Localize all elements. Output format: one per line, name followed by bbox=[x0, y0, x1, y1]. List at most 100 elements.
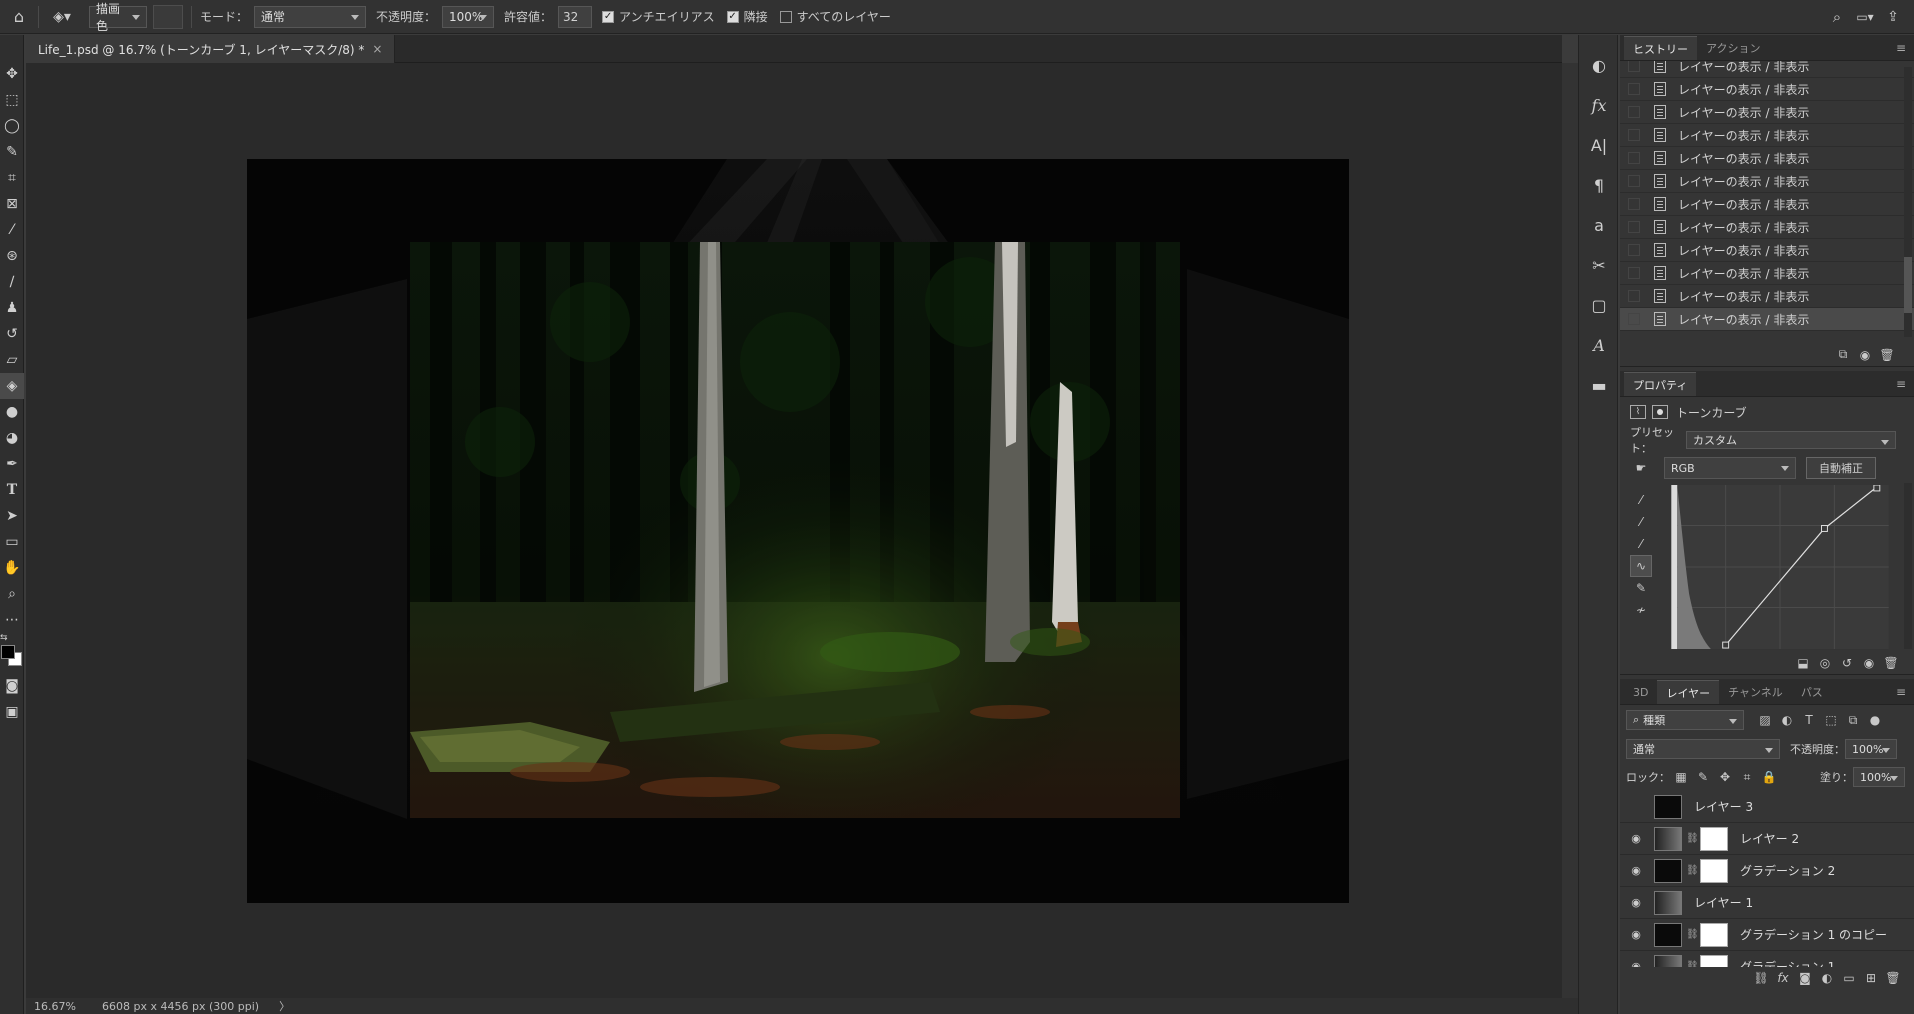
filter-pixel-icon[interactable]: ▨ bbox=[1754, 709, 1776, 731]
link-icon[interactable]: ⛓ bbox=[1686, 833, 1699, 844]
layer-row[interactable]: レイヤー 3 bbox=[1620, 791, 1914, 823]
antialias-checkbox[interactable]: ✓ bbox=[602, 10, 615, 23]
layer-mask-thumbnail[interactable] bbox=[1700, 826, 1728, 851]
history-item[interactable]: レイヤーの表示 / 非表示 bbox=[1620, 147, 1914, 170]
workspace-icon[interactable]: ▭▾ bbox=[1850, 10, 1880, 24]
eye-icon[interactable]: ◉ bbox=[1626, 960, 1646, 967]
marquee-tool-icon[interactable]: ⬚ bbox=[0, 87, 24, 113]
blur-tool-icon[interactable]: ● bbox=[0, 399, 24, 425]
history-brush-source[interactable] bbox=[1628, 152, 1640, 164]
history-item[interactable]: レイヤーの表示 / 非表示 bbox=[1620, 170, 1914, 193]
foreground-color[interactable] bbox=[1, 645, 15, 659]
gray-point-eyedropper-icon[interactable]: ⁄ bbox=[1630, 511, 1652, 533]
eye-icon[interactable]: ◉ bbox=[1626, 864, 1646, 877]
layer-opacity-field[interactable]: 100% bbox=[1845, 739, 1897, 759]
history-item[interactable]: レイヤーの表示 / 非表示 bbox=[1620, 101, 1914, 124]
white-point-eyedropper-icon[interactable]: ⁄ bbox=[1630, 533, 1652, 555]
preset-dropdown[interactable]: カスタム bbox=[1686, 431, 1896, 449]
history-item[interactable]: レイヤーの表示 / 非表示 bbox=[1620, 78, 1914, 101]
history-brush-source[interactable] bbox=[1628, 83, 1640, 95]
libraries-icon[interactable]: ▢ bbox=[1579, 285, 1619, 325]
layer-row[interactable]: ◉ ⛓ グラデーション 1 bbox=[1620, 951, 1914, 967]
history-brush-tool-icon[interactable]: ↺ bbox=[0, 321, 24, 347]
view-previous-icon[interactable]: ◎ bbox=[1814, 652, 1836, 674]
layer-mask-thumbnail[interactable] bbox=[1700, 922, 1728, 947]
history-item[interactable]: レイヤーの表示 / 非表示 bbox=[1620, 61, 1914, 78]
history-brush-source[interactable] bbox=[1628, 313, 1640, 325]
history-item[interactable]: レイヤーの表示 / 非表示 bbox=[1620, 124, 1914, 147]
channel-dropdown[interactable]: RGB bbox=[1664, 457, 1796, 479]
history-item[interactable]: レイヤーの表示 / 非表示 bbox=[1620, 193, 1914, 216]
close-tab-icon[interactable]: × bbox=[372, 42, 382, 56]
snapshot-camera-icon[interactable]: ◉ bbox=[1854, 344, 1876, 366]
link-icon[interactable]: ⛓ bbox=[1686, 961, 1699, 967]
document-canvas[interactable] bbox=[247, 159, 1349, 903]
history-brush-source[interactable] bbox=[1628, 106, 1640, 118]
shape-tool-icon[interactable]: ▭ bbox=[0, 529, 24, 555]
pencil-draw-icon[interactable]: ✎ bbox=[1630, 577, 1652, 599]
delete-adjustment-icon[interactable]: 🗑 bbox=[1880, 652, 1902, 674]
lock-position-icon[interactable]: ✥ bbox=[1714, 766, 1736, 788]
collapse-bar[interactable] bbox=[1579, 35, 1617, 45]
tab-channels[interactable]: チャンネル bbox=[1719, 680, 1792, 704]
target-adjust-hand-icon[interactable]: ☛ bbox=[1630, 457, 1652, 479]
smooth-curve-icon[interactable]: ≁ bbox=[1630, 599, 1652, 621]
canvas-vertical-scrollbar[interactable] bbox=[1562, 63, 1578, 998]
zoom-level[interactable]: 16.67% bbox=[34, 1000, 94, 1013]
add-mask-icon[interactable]: ◙ bbox=[1794, 967, 1816, 989]
filter-type-icon[interactable]: T bbox=[1798, 709, 1820, 731]
history-brush-source[interactable] bbox=[1628, 290, 1640, 302]
screen-mode-icon[interactable]: ▣ bbox=[0, 699, 24, 725]
layer-mask-thumbnail[interactable] bbox=[1700, 858, 1728, 883]
lock-pixels-icon[interactable]: ✎ bbox=[1692, 766, 1714, 788]
quick-select-tool-icon[interactable]: ✎ bbox=[0, 139, 24, 165]
path-select-tool-icon[interactable]: ➤ bbox=[0, 503, 24, 529]
character-icon[interactable]: A| bbox=[1579, 125, 1619, 165]
dodge-tool-icon[interactable]: ◕ bbox=[0, 425, 24, 451]
eye-icon[interactable]: ◉ bbox=[1626, 928, 1646, 941]
lasso-tool-icon[interactable]: ◯ bbox=[0, 113, 24, 139]
history-item[interactable]: レイヤーの表示 / 非表示 bbox=[1620, 262, 1914, 285]
gradient-icon[interactable]: ▬ bbox=[1579, 365, 1619, 405]
tab-layers[interactable]: レイヤー bbox=[1657, 680, 1720, 704]
tab-actions[interactable]: アクション bbox=[1697, 36, 1769, 60]
history-brush-source[interactable] bbox=[1628, 221, 1640, 233]
link-icon[interactable]: ⛓ bbox=[1686, 865, 1699, 876]
paragraph-icon[interactable]: ¶ bbox=[1579, 165, 1619, 205]
pen-tool-icon[interactable]: ✒ bbox=[0, 451, 24, 477]
tab-3d[interactable]: 3D bbox=[1624, 680, 1657, 704]
contiguous-checkbox[interactable]: ✓ bbox=[726, 10, 739, 23]
new-group-icon[interactable]: ▭ bbox=[1838, 967, 1860, 989]
opacity-field[interactable]: 100% bbox=[442, 5, 495, 28]
tab-properties[interactable]: プロパティ bbox=[1624, 372, 1697, 396]
layer-row[interactable]: ◉ レイヤー 1 bbox=[1620, 887, 1914, 919]
layer-row[interactable]: ◉ ⛓ グラデーション 2 bbox=[1620, 855, 1914, 887]
filter-smart-object-icon[interactable]: ⧉ bbox=[1842, 709, 1864, 731]
mask-icon[interactable] bbox=[1652, 405, 1668, 419]
delete-state-icon[interactable]: 🗑 bbox=[1876, 344, 1898, 366]
all-layers-checkbox[interactable] bbox=[779, 10, 792, 23]
fill-source-dropdown[interactable]: 描画色 bbox=[89, 2, 147, 33]
history-brush-source[interactable] bbox=[1628, 244, 1640, 256]
eraser-tool-icon[interactable]: ▱ bbox=[0, 347, 24, 373]
pattern-swatch[interactable] bbox=[153, 4, 183, 29]
tab-paths[interactable]: パス bbox=[1792, 680, 1832, 704]
stamp-tool-icon[interactable]: ♟ bbox=[0, 295, 24, 321]
lock-artboard-icon[interactable]: ⌗ bbox=[1736, 766, 1758, 788]
canvas-area[interactable] bbox=[26, 63, 1562, 998]
mode-dropdown[interactable]: 通常 bbox=[254, 5, 367, 28]
filter-adjustment-icon[interactable]: ◐ bbox=[1776, 709, 1798, 731]
adjustments-icon[interactable]: ◐ bbox=[1579, 45, 1619, 85]
history-brush-source[interactable] bbox=[1628, 129, 1640, 141]
quick-mask-icon[interactable]: ◙ bbox=[0, 673, 24, 699]
paint-bucket-tool-icon[interactable]: ◈ bbox=[0, 373, 24, 399]
eye-icon[interactable]: ◉ bbox=[1626, 896, 1646, 909]
link-icon[interactable]: ⛓ bbox=[1686, 929, 1699, 940]
lock-transparency-icon[interactable]: ▦ bbox=[1670, 766, 1692, 788]
status-more-icon[interactable]: 〉 bbox=[279, 998, 290, 1014]
brush-tool-icon[interactable]: ∕ bbox=[0, 269, 24, 295]
delete-layer-icon[interactable]: 🗑 bbox=[1882, 967, 1904, 989]
type-tool-icon[interactable]: T bbox=[0, 477, 24, 503]
panel-menu-icon[interactable]: ≡ bbox=[1896, 685, 1906, 699]
layer-mask-thumbnail[interactable] bbox=[1700, 954, 1728, 967]
